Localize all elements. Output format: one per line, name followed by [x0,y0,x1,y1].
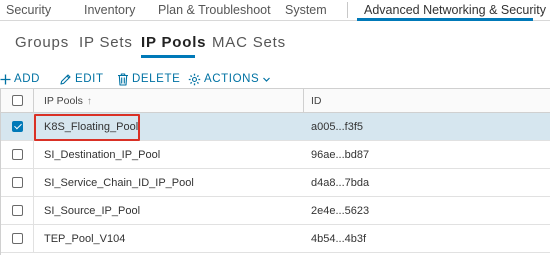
column-header-ip-pools-label: IP Pools [44,95,83,107]
tab-plan-troubleshoot[interactable]: Plan & Troubleshoot [158,3,271,17]
ip-pool-id: 4b54...4b3f [311,233,367,245]
ip-pool-name[interactable]: TEP_Pool_V104 [44,233,125,245]
add-button-label: ADD [14,73,41,85]
active-subtab-indicator [141,55,195,58]
column-header-id[interactable]: ID [311,95,322,107]
actions-menu-button[interactable]: ACTIONS [188,71,274,87]
column-divider [33,197,34,225]
row-checkbox[interactable] [12,233,23,244]
column-divider [33,89,34,113]
subtab-groups[interactable]: Groups [15,34,69,51]
tab-inventory[interactable]: Inventory [84,3,135,17]
ip-pool-name[interactable]: SI_Service_Chain_ID_IP_Pool [44,177,194,189]
edit-button-label: EDIT [75,73,104,85]
row-checkbox[interactable] [12,205,23,216]
action-toolbar: ADD EDIT DELETE ACTIONS [0,71,550,87]
ip-pool-id: d4a8...7bda [311,177,370,189]
subtab-mac-sets[interactable]: MAC Sets [212,34,286,51]
datagrid-header: IP Pools ↑ ID [1,89,550,113]
table-row[interactable]: SI_Destination_IP_Pool 96ae...bd87 [1,141,550,169]
trash-icon [118,72,128,86]
tab-divider [347,2,348,18]
tab-advanced-networking-security[interactable]: Advanced Networking & Security [364,3,546,17]
pencil-icon [60,73,71,85]
chevron-down-icon [263,77,271,82]
add-button[interactable]: ADD [0,71,40,87]
gear-icon [188,73,201,85]
plus-icon [0,74,11,84]
subtab-ip-sets[interactable]: IP Sets [79,34,133,51]
column-divider [33,169,34,197]
actions-button-label: ACTIONS [204,73,260,85]
column-header-ip-pools[interactable]: IP Pools ↑ [44,95,92,107]
select-all-checkbox[interactable] [12,95,23,106]
row-checkbox[interactable] [12,149,23,160]
row-checkbox[interactable] [12,177,23,188]
table-row[interactable]: TEP_Pool_V104 4b54...4b3f [1,225,550,253]
edit-button[interactable]: EDIT [59,71,104,87]
ip-pool-id: 96ae...bd87 [311,149,370,161]
column-divider [33,141,34,169]
ip-pool-id: 2e4e...5623 [311,205,370,217]
active-tab-indicator [357,18,533,21]
tab-system[interactable]: System [285,3,327,17]
tab-security[interactable]: Security [6,3,51,17]
ip-pool-name[interactable]: SI_Destination_IP_Pool [44,149,160,161]
delete-button-label: DELETE [132,73,181,85]
table-row[interactable]: SI_Service_Chain_ID_IP_Pool d4a8...7bda [1,169,550,197]
sort-ascending-icon[interactable]: ↑ [87,96,92,107]
column-divider[interactable] [303,89,304,113]
highlight-annotation-box [34,114,140,141]
subtab-ip-pools[interactable]: IP Pools [141,34,206,51]
row-checkbox[interactable] [12,121,23,132]
top-navigation: Security Inventory Plan & Troubleshoot S… [0,0,550,21]
table-row[interactable]: SI_Source_IP_Pool 2e4e...5623 [1,197,550,225]
delete-button[interactable]: DELETE [117,71,180,87]
ip-pool-name[interactable]: SI_Source_IP_Pool [44,205,140,217]
ip-pool-id: a005...f3f5 [311,121,363,133]
column-divider [33,225,34,253]
